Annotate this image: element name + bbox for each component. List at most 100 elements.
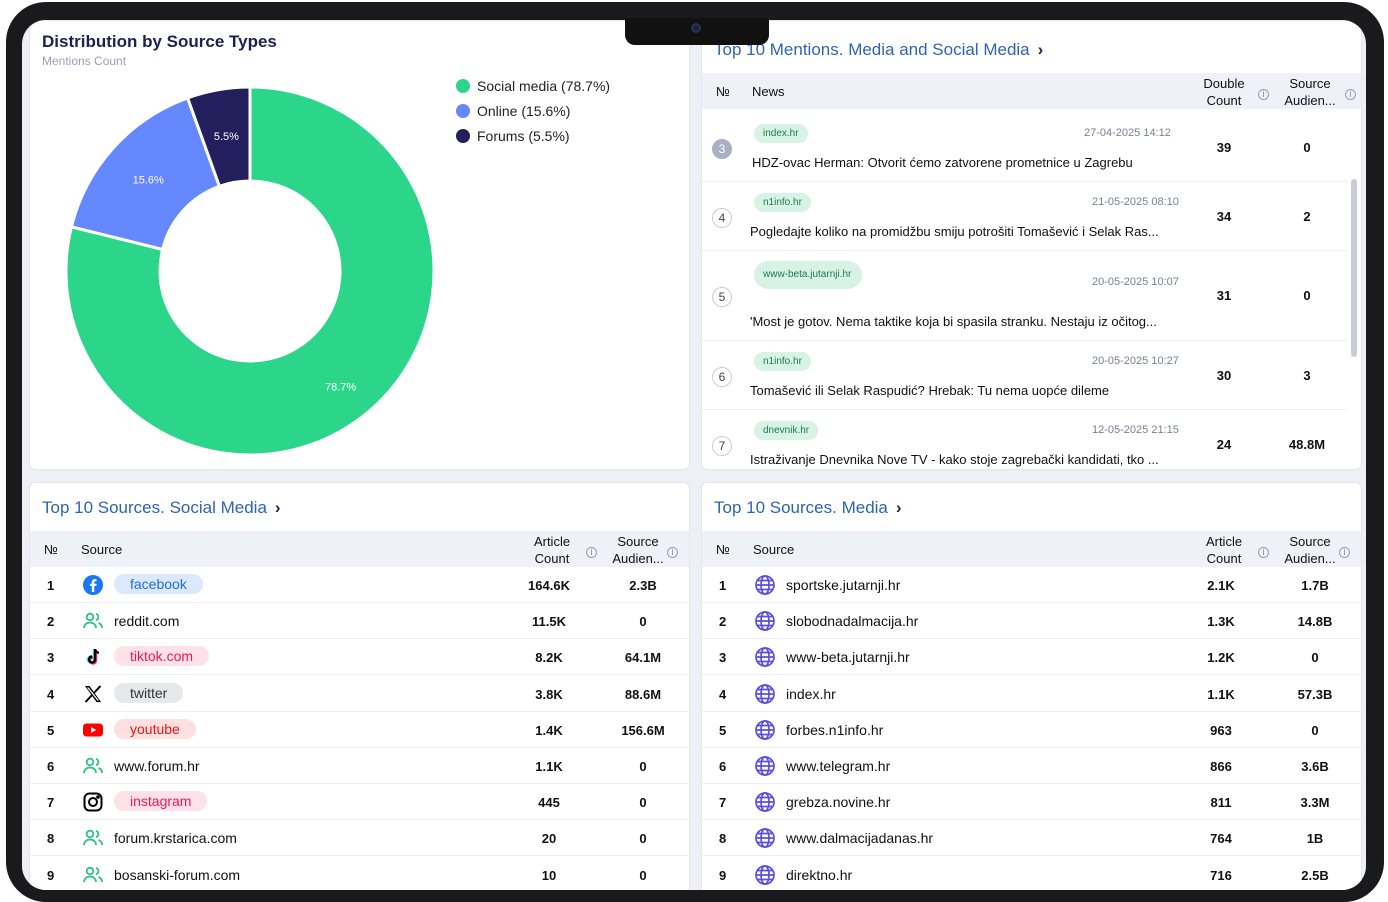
chevron-right-icon: › [1037, 40, 1044, 59]
globe-icon [754, 791, 776, 813]
source-name[interactable]: youtube [114, 718, 196, 739]
audience-value: 0 [639, 614, 647, 630]
source-name[interactable]: sportske.jutarnji.hr [786, 577, 900, 593]
social-title: Top 10 Sources. Social Media [42, 498, 267, 517]
col-article-count[interactable]: Article Count [1194, 533, 1254, 567]
source-name[interactable]: reddit.com [114, 613, 179, 629]
source-name[interactable]: www.dalmacijadanas.hr [786, 830, 933, 846]
source-name[interactable]: slobodnadalmacija.hr [786, 613, 918, 629]
table-row[interactable]: 7 instagram 445 0 [30, 784, 689, 821]
mention-headline[interactable]: HDZ-ovac Herman: Otvorit ćemo zatvorene … [752, 155, 1192, 170]
info-icon[interactable]: i [586, 543, 597, 558]
mention-row[interactable]: 3 index.hr 27-04-2025 14:12 HDZ-ovac Herman… [702, 113, 1347, 182]
article-count-value: 445 [538, 795, 560, 811]
info-icon[interactable]: i [1258, 543, 1269, 558]
table-row[interactable]: 1 sportske.jutarnji.hr 2.1K 1.7B [702, 567, 1361, 603]
mention-row[interactable]: 5 www-beta.jutarnji.hr 20-05-2025 10:07 'Mo… [702, 251, 1347, 341]
social-title-link[interactable]: Top 10 Sources. Social Media › [42, 498, 281, 518]
source-name[interactable]: bosanski-forum.com [114, 867, 240, 883]
article-count-value: 1.2K [1207, 650, 1235, 666]
source-tag[interactable]: n1info.hr [754, 193, 811, 212]
globe-icon [754, 864, 776, 886]
source-name[interactable]: direktno.hr [786, 867, 852, 883]
youtube-icon [82, 719, 104, 741]
rank-number: 7 [719, 795, 727, 811]
mention-headline[interactable]: 'Most je gotov. Nema taktike koja bi spa… [750, 314, 1190, 329]
rank-number: 9 [47, 867, 55, 883]
table-row[interactable]: 8 forum.krstarica.com 20 0 [30, 820, 689, 857]
audience-value: 2.5B [1301, 867, 1329, 883]
col-double-count[interactable]: Double Count [1194, 75, 1254, 109]
info-icon[interactable]: i [1345, 85, 1356, 100]
legend-item-forums[interactable]: Forums (5.5%) [456, 123, 610, 148]
table-row[interactable]: 9 direktno.hr 716 2.5B [702, 857, 1361, 890]
col-source: Source [81, 542, 123, 557]
table-row[interactable]: 2 slobodnadalmacija.hr 1.3K 14.8B [702, 603, 1361, 640]
article-count-value: 716 [1210, 867, 1232, 883]
article-count-value: 866 [1210, 759, 1232, 774]
source-name[interactable]: forum.krstarica.com [114, 830, 237, 846]
source-name[interactable]: index.hr [786, 686, 836, 702]
chart-title: Distribution by Source Types [42, 32, 277, 51]
col-article-count[interactable]: Article Count [522, 533, 582, 567]
source-name[interactable]: www-beta.jutarnji.hr [786, 649, 910, 665]
table-row[interactable]: 1 facebook 164.6K 2.3B [30, 567, 689, 603]
chevron-right-icon: › [274, 498, 281, 517]
rank-number: 2 [719, 614, 727, 630]
table-row[interactable]: 3 www-beta.jutarnji.hr 1.2K 0 [702, 639, 1361, 676]
mention-row[interactable]: 7 dnevnik.hr 12-05-2025 21:15 Istraživanje … [702, 410, 1347, 469]
source-tag[interactable]: www-beta.jutarnji.hr [754, 261, 862, 289]
col-audience[interactable]: Source Audien... [606, 533, 670, 567]
globe-icon [754, 827, 776, 849]
mention-date: 20-05-2025 10:07 [1092, 276, 1179, 288]
col-audience[interactable]: Source Audien... [1278, 75, 1342, 109]
table-row[interactable]: 3 tiktok.com 8.2K 64.1M [30, 639, 689, 676]
source-name[interactable]: twitter [114, 682, 184, 703]
col-audience[interactable]: Source Audien... [1278, 533, 1342, 567]
table-row[interactable]: 4 index.hr 1.1K 57.3B [702, 676, 1361, 712]
rank-number: 6 [47, 759, 55, 774]
social-table-header: № Source Article Count i Source Audien..… [30, 531, 689, 567]
source-tag[interactable]: index.hr [754, 124, 808, 143]
table-row[interactable]: 6 www.telegram.hr 866 3.6B [702, 748, 1361, 784]
article-count-value: 963 [1210, 722, 1232, 738]
mention-date: 12-05-2025 21:15 [1092, 424, 1179, 436]
source-name[interactable]: facebook [114, 574, 203, 594]
table-row[interactable]: 8 www.dalmacijadanas.hr 764 1B [702, 820, 1361, 857]
mention-headline[interactable]: Tomašević ili Selak Raspudić? Hrebak: Tu… [750, 383, 1190, 398]
rank-number: 4 [712, 208, 732, 228]
source-name[interactable]: tiktok.com [114, 646, 210, 667]
source-name[interactable]: www.telegram.hr [786, 758, 890, 774]
mention-row[interactable]: 6 n1info.hr 20-05-2025 10:27 Tomašević ili … [702, 341, 1347, 410]
article-count-value: 3.8K [535, 686, 563, 702]
table-row[interactable]: 5 youtube 1.4K 156.6M [30, 712, 689, 748]
mention-row[interactable]: 4 n1info.hr 21-05-2025 08:10 Pogledajte kol… [702, 182, 1347, 251]
legend-label: Social media (78.7%) [477, 77, 611, 94]
table-row[interactable]: 4 twitter 3.8K 88.6M [30, 676, 689, 712]
source-name[interactable]: instagram [114, 791, 208, 812]
source-tag[interactable]: dnevnik.hr [754, 421, 819, 440]
scrollbar[interactable] [1351, 179, 1357, 357]
source-name[interactable]: grebza.novine.hr [786, 794, 890, 810]
mentions-card: Top 10 Mentions. Media and Social Media ›… [701, 20, 1362, 470]
mention-headline[interactable]: Istraživanje Dnevnika Nove TV - kako sto… [750, 452, 1190, 467]
legend-item-social-media[interactable]: Social media (78.7%) [456, 73, 610, 98]
audience-value: 0 [639, 795, 647, 811]
source-name[interactable]: forbes.n1info.hr [786, 722, 883, 738]
media-title-link[interactable]: Top 10 Sources. Media › [714, 498, 902, 518]
info-icon[interactable]: i [1258, 85, 1269, 100]
table-row[interactable]: 6 www.forum.hr 1.1K 0 [30, 748, 689, 784]
table-row[interactable]: 9 bosanski-forum.com 10 0 [30, 857, 689, 890]
table-row[interactable]: 5 forbes.n1info.hr 963 0 [702, 712, 1361, 748]
media-sources-card: Top 10 Sources. Media › № Source Article … [701, 482, 1362, 890]
article-count-value: 1.1K [1207, 686, 1235, 702]
legend-item-online[interactable]: Online (15.6%) [456, 98, 610, 123]
table-row[interactable]: 2 reddit.com 11.5K 0 [30, 603, 689, 640]
info-icon[interactable]: i [667, 543, 678, 558]
table-row[interactable]: 7 grebza.novine.hr 811 3.3M [702, 784, 1361, 821]
rank-number: 5 [47, 722, 55, 738]
mention-headline[interactable]: Pogledajte koliko na promidžbu smiju pot… [750, 224, 1190, 239]
source-name[interactable]: www.forum.hr [114, 758, 200, 774]
source-tag[interactable]: n1info.hr [754, 352, 811, 371]
info-icon[interactable]: i [1339, 543, 1350, 558]
